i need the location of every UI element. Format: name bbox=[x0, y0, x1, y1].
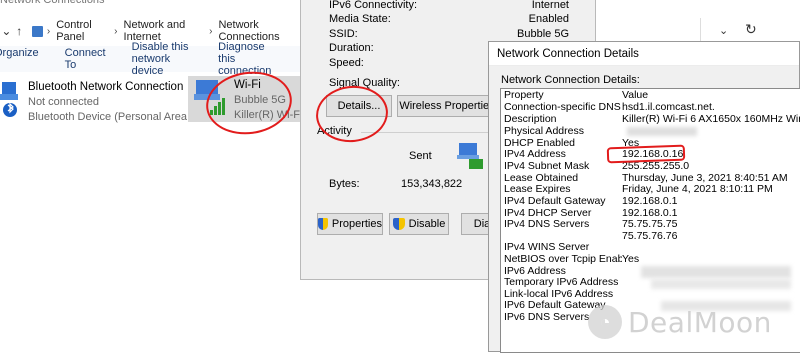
disable-device-button[interactable]: Disable this network device bbox=[132, 41, 193, 77]
bluetooth-adapter-icon bbox=[0, 80, 24, 117]
status-row: IPv6 Connectivity: Internet bbox=[329, 0, 569, 11]
property-name: IPv4 WINS Server bbox=[504, 242, 590, 253]
organize-button[interactable]: Organize ▾ bbox=[0, 47, 39, 72]
property-value: 255.255.255.0 bbox=[622, 160, 690, 172]
property-name: Description bbox=[504, 114, 557, 125]
property-name: Connection-specific DNS ... bbox=[504, 102, 622, 113]
property-name: IPv4 DHCP Server bbox=[504, 208, 592, 219]
bytes-sent-value: 153,343,822 bbox=[401, 178, 463, 190]
details-caption: Network Connection Details: bbox=[501, 74, 640, 86]
list-header: Property Value bbox=[504, 89, 648, 102]
property-name: IPv4 DNS Servers bbox=[504, 219, 590, 230]
property-name bbox=[504, 231, 622, 243]
column-value[interactable]: Value bbox=[622, 89, 648, 102]
property-value: Yes bbox=[622, 253, 640, 265]
properties-button-label: Properties bbox=[331, 218, 382, 230]
status-row: SSID: Bubble 5G bbox=[329, 28, 569, 40]
status-label: IPv6 Connectivity: bbox=[329, 0, 418, 11]
property-name: Link-local IPv6 Address bbox=[504, 289, 614, 300]
property-name: IPv4 Subnet Mask bbox=[504, 161, 590, 172]
status-value: Bubble 5G bbox=[517, 28, 569, 40]
annotation-circle-ipv4 bbox=[606, 144, 686, 164]
status-value: Enabled bbox=[528, 13, 569, 25]
wireless-properties-label: Wireless Properties bbox=[399, 100, 495, 112]
bluetooth-connection[interactable]: Bluetooth Network Connection Not connect… bbox=[0, 80, 199, 125]
property-value: 75.75.76.76 bbox=[622, 230, 678, 242]
list-item[interactable]: NetBIOS over Tcpip EnabledYes bbox=[504, 253, 640, 266]
property-name: Physical Address bbox=[504, 126, 584, 137]
breadcrumb-network-connections[interactable]: Network Connections bbox=[218, 19, 300, 43]
list-item[interactable]: Physical Address bbox=[504, 126, 622, 138]
control-panel-icon bbox=[31, 25, 43, 37]
properties-button[interactable]: Properties bbox=[317, 213, 383, 235]
breadcrumb-control-panel[interactable]: Control Panel bbox=[56, 19, 108, 43]
down-arrow-icon[interactable]: ⌄ bbox=[0, 24, 13, 38]
list-item[interactable]: 75.75.76.76 bbox=[504, 230, 678, 243]
connect-to-button[interactable]: Connect To bbox=[65, 47, 106, 71]
bluetooth-connection-name: Bluetooth Network Connection bbox=[28, 81, 184, 93]
list-item[interactable]: IPv4 Default Gateway 192.168.0.1 bbox=[504, 195, 678, 208]
status-row: Media State: Enabled bbox=[329, 13, 569, 25]
bluetooth-device-name: Bluetooth Device (Personal Area ... bbox=[28, 111, 200, 123]
wireless-properties-button[interactable]: Wireless Properties bbox=[397, 95, 497, 117]
list-item[interactable]: Connection-specific DNS ... hsd1.il.comca… bbox=[504, 101, 715, 114]
property-name: DHCP Enabled bbox=[504, 138, 576, 149]
property-value: 75.75.75.75 bbox=[622, 218, 678, 230]
property-name: IPv4 Address bbox=[504, 149, 566, 160]
list-item[interactable]: Description Killer(R) Wi-Fi 6 AX1650x 160… bbox=[504, 113, 800, 126]
property-value: Friday, June 4, 2021 8:10:11 PM bbox=[622, 183, 773, 195]
chevron-right-icon: › bbox=[114, 25, 118, 37]
property-value: 192.168.0.1 bbox=[622, 195, 678, 207]
shield-icon bbox=[318, 218, 328, 230]
dealmoon-watermark: ◔ DealMoon bbox=[588, 300, 800, 344]
property-name: IPv6 Address bbox=[504, 266, 566, 277]
command-toolbar: Organize ▾ Connect To Disable this netwo… bbox=[0, 41, 300, 77]
up-arrow-icon[interactable]: ↑ bbox=[13, 24, 26, 38]
list-item[interactable]: IPv4 DNS Servers 75.75.75.75 bbox=[504, 218, 678, 231]
list-item[interactable]: IPv6 Address bbox=[504, 266, 622, 278]
property-name: Lease Obtained bbox=[504, 173, 579, 184]
property-name: Temporary IPv6 Address bbox=[504, 277, 619, 288]
property-value: hsd1.il.comcast.net. bbox=[622, 101, 715, 113]
status-label: Speed: bbox=[329, 57, 364, 69]
breadcrumb[interactable]: Control Panel › Network and Internet › N… bbox=[56, 19, 300, 43]
chevron-right-icon: › bbox=[209, 25, 213, 37]
dealmoon-logo-icon: ◔ bbox=[588, 305, 622, 339]
property-name: NetBIOS over Tcpip Enabled bbox=[504, 254, 622, 265]
bluetooth-connection-status: Not connected bbox=[28, 96, 99, 108]
redaction bbox=[627, 127, 697, 136]
watermark-text: DealMoon bbox=[628, 305, 772, 339]
divider bbox=[361, 132, 491, 133]
chevron-right-icon: › bbox=[46, 25, 51, 37]
list-item[interactable]: Link-local IPv6 Address bbox=[504, 289, 622, 301]
list-item[interactable]: Temporary IPv6 Address bbox=[504, 277, 622, 289]
property-value: Killer(R) Wi-Fi 6 AX1650x 160MHz Wireles… bbox=[622, 113, 800, 125]
list-item[interactable]: Lease Expires Friday, June 4, 2021 8:10:1… bbox=[504, 183, 773, 196]
property-name: Lease Expires bbox=[504, 184, 571, 195]
redaction bbox=[651, 279, 791, 289]
shield-icon bbox=[392, 218, 405, 230]
status-label: Duration: bbox=[329, 42, 374, 54]
status-label: SSID: bbox=[329, 28, 358, 40]
list-item[interactable]: IPv4 WINS Server bbox=[504, 242, 622, 254]
refresh-icon[interactable]: ↻ bbox=[745, 21, 757, 38]
details-title: Network Connection Details bbox=[489, 42, 799, 66]
disable-button[interactable]: Disable bbox=[389, 213, 449, 235]
sent-label: Sent bbox=[409, 150, 432, 162]
bytes-label: Bytes: bbox=[329, 178, 360, 190]
disable-button-label: Disable bbox=[408, 218, 446, 230]
window-title: Network Connections bbox=[0, 0, 105, 6]
chevron-down-icon[interactable]: ⌄ bbox=[719, 24, 728, 37]
redaction bbox=[641, 266, 791, 278]
status-value: Internet bbox=[531, 0, 569, 11]
breadcrumb-network-internet[interactable]: Network and Internet bbox=[124, 19, 204, 43]
property-name: IPv4 Default Gateway bbox=[504, 196, 606, 207]
column-property[interactable]: Property bbox=[504, 90, 622, 102]
list-item[interactable]: IPv4 Subnet Mask 255.255.255.0 bbox=[504, 160, 690, 173]
status-label: Media State: bbox=[329, 13, 391, 25]
